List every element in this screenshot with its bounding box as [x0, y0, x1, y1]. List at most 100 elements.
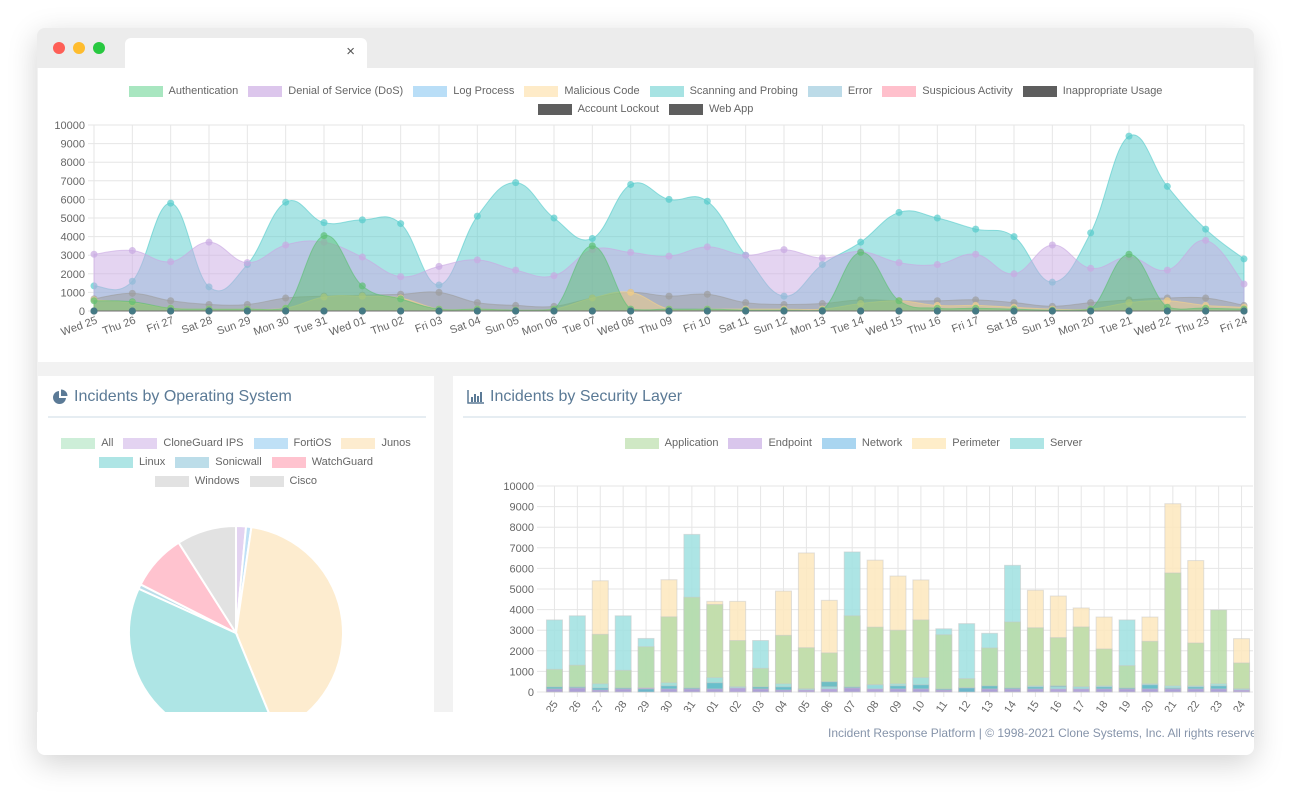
bar-endpoint	[729, 687, 747, 693]
x-tick-label: Tue 14	[830, 315, 866, 338]
bar-application	[797, 647, 815, 693]
x-tick-label: Thu 26	[101, 315, 137, 338]
data-point	[90, 297, 98, 305]
maximize-window-button[interactable]	[93, 42, 105, 54]
data-point	[473, 212, 481, 220]
bar-application	[889, 629, 907, 693]
y-tick-label: 5000	[61, 213, 85, 225]
data-point	[473, 256, 481, 264]
data-point	[435, 262, 443, 270]
data-point	[857, 248, 865, 256]
data-point	[550, 214, 558, 222]
bar-endpoint	[614, 688, 632, 693]
bar-application	[1187, 642, 1205, 693]
x-tick-label: Fri 27	[145, 315, 176, 336]
bar-endpoint	[1233, 689, 1251, 693]
data-point	[1163, 266, 1171, 274]
data-point	[895, 307, 903, 315]
x-tick-label: Sat 18	[985, 315, 1019, 337]
y-tick-label: 0	[528, 687, 534, 699]
bar-application	[637, 646, 655, 693]
data-point	[128, 298, 136, 306]
data-point	[1163, 182, 1171, 190]
x-tick-label: Fri 17	[950, 315, 981, 336]
data-point	[1163, 307, 1171, 315]
data-point	[1240, 307, 1248, 315]
data-point	[243, 259, 251, 267]
data-point	[742, 307, 750, 315]
data-point	[205, 238, 213, 246]
data-point	[588, 242, 596, 250]
bar-network	[958, 687, 976, 693]
area-chart: 0 1000 2000 3000 4000 5000 6000 7000 8000 9000 100…	[54, 120, 1249, 339]
bar-application	[1233, 662, 1251, 693]
data-point	[358, 216, 366, 224]
bar-application	[843, 615, 861, 693]
bar-endpoint	[591, 689, 609, 693]
bar-application	[1072, 626, 1090, 693]
data-point	[1048, 241, 1056, 249]
tab-close-icon[interactable]: ×	[346, 43, 355, 60]
y-tick-label: 10000	[503, 481, 534, 493]
close-window-button[interactable]	[53, 42, 65, 54]
data-point	[703, 307, 711, 315]
data-point	[665, 252, 673, 260]
bar-endpoint	[1164, 688, 1182, 693]
data-point	[243, 307, 251, 315]
bar-endpoint	[1095, 688, 1113, 693]
data-point	[1202, 294, 1210, 302]
x-tick-label: Thu 09	[638, 315, 674, 338]
data-point	[972, 225, 980, 233]
data-point	[1202, 225, 1210, 233]
browser-window: × Authentication Denial of Service (DoS) L…	[37, 28, 1254, 755]
bar-endpoint	[1141, 688, 1159, 693]
bar-endpoint	[568, 687, 586, 693]
data-point	[397, 295, 405, 303]
x-tick-label: Mon 30	[252, 315, 291, 339]
data-point	[742, 251, 750, 259]
data-point	[1202, 307, 1210, 315]
bar-application	[1049, 637, 1067, 693]
y-tick-label: 3000	[61, 250, 85, 262]
data-point	[742, 299, 750, 307]
bar-application	[935, 634, 953, 693]
data-point	[1125, 307, 1133, 315]
bar-application	[1164, 572, 1182, 693]
data-point	[1010, 233, 1018, 241]
data-point	[588, 234, 596, 242]
bar-endpoint	[797, 689, 815, 693]
y-tick-label: 10000	[54, 120, 85, 132]
data-point	[167, 297, 175, 305]
data-point	[1240, 280, 1248, 288]
data-point	[780, 307, 788, 315]
y-tick-label: 1000	[510, 666, 534, 678]
data-point	[512, 266, 520, 274]
bar-endpoint	[1049, 688, 1067, 693]
data-point	[550, 272, 558, 280]
x-tick-label: Sun 12	[752, 315, 789, 338]
data-point	[1125, 250, 1133, 258]
bar-endpoint	[774, 689, 792, 693]
data-point	[320, 307, 328, 315]
browser-tab[interactable]: ×	[125, 38, 367, 69]
x-tick-label: Tue 07	[561, 315, 597, 338]
minimize-window-button[interactable]	[73, 42, 85, 54]
bar-endpoint	[660, 688, 678, 693]
data-point	[358, 253, 366, 261]
data-point	[627, 288, 635, 296]
data-point	[128, 289, 136, 297]
x-tick-label: Sat 04	[448, 315, 482, 337]
bar-application	[1004, 621, 1022, 693]
data-point	[665, 195, 673, 203]
bar-endpoint	[981, 688, 999, 693]
data-point	[128, 307, 136, 315]
data-point	[1202, 236, 1210, 244]
data-point	[1163, 297, 1171, 305]
data-point	[358, 282, 366, 290]
data-point	[665, 307, 673, 315]
bar-chart: 0 1000 2000 3000 4000 5000 6000 7000 8000 9000 100…	[503, 481, 1253, 716]
x-tick-label: Thu 16	[906, 315, 942, 338]
x-tick-label: Wed 01	[328, 315, 368, 339]
x-tick-label: Tue 31	[293, 315, 329, 338]
y-tick-label: 6000	[510, 563, 534, 575]
